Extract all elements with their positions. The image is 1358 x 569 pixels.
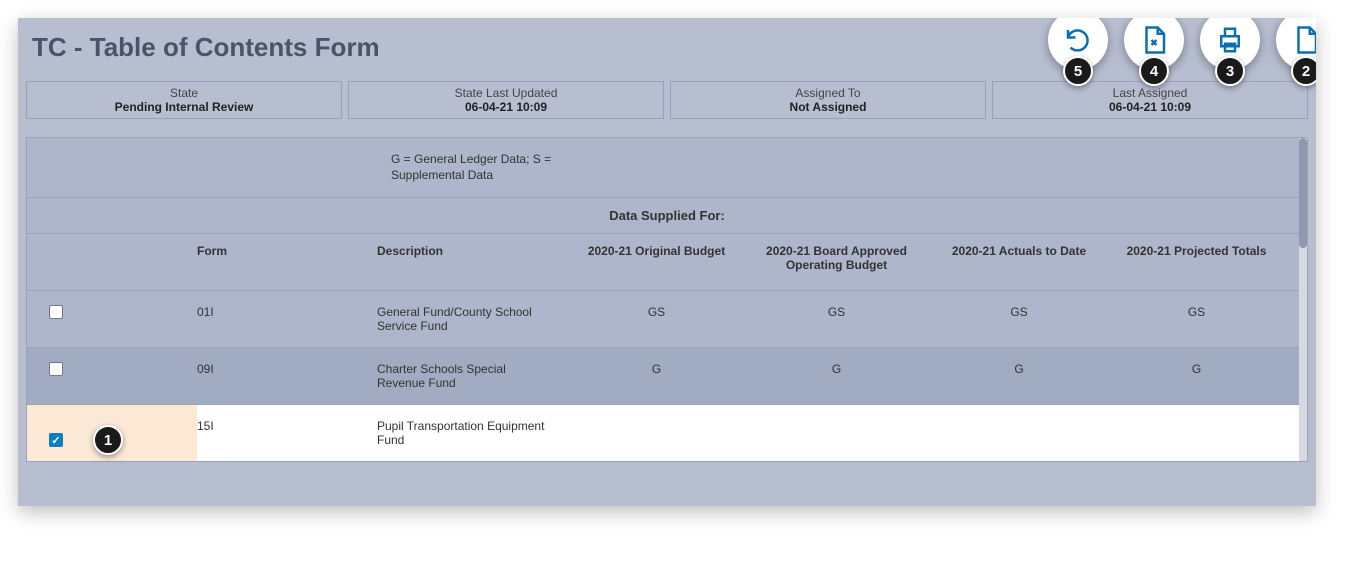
- row-checkbox-cell: [27, 362, 197, 379]
- column-headers: Form Description 2020-21 Original Budget…: [27, 233, 1307, 290]
- row-checkbox-cell: 1: [27, 405, 197, 461]
- toolbar: 5 4 3 2: [1048, 18, 1316, 70]
- callout-badge-4: 4: [1139, 56, 1169, 86]
- print-button[interactable]: 3: [1200, 18, 1260, 70]
- export-excel-button[interactable]: 4: [1124, 18, 1184, 70]
- row-d4-cell: GS: [1109, 305, 1284, 319]
- row-form-cell: 09I: [197, 362, 377, 376]
- status-updated: State Last Updated 06-04-21 10:09: [348, 81, 664, 119]
- status-value: Not Assigned: [677, 100, 979, 114]
- row-desc-cell: General Fund/County School Service Fund: [377, 305, 569, 333]
- data-supplied-header: Data Supplied For:: [27, 197, 1307, 233]
- new-document-button[interactable]: 2: [1276, 18, 1316, 70]
- main-panel: 5 4 3 2 TC - Table of Contents Form Stat…: [18, 18, 1316, 506]
- table-row[interactable]: 01I General Fund/County School Service F…: [27, 290, 1307, 347]
- printer-icon: [1215, 25, 1245, 55]
- row-checkbox-cell: [27, 305, 197, 322]
- file-x-icon: [1139, 25, 1169, 55]
- row-checkbox[interactable]: [49, 305, 63, 319]
- status-label: Last Assigned: [999, 86, 1301, 100]
- col-original-budget-header: 2020-21 Original Budget: [569, 244, 744, 258]
- status-last-assigned: Last Assigned 06-04-21 10:09: [992, 81, 1308, 119]
- col-desc-header: Description: [377, 244, 569, 258]
- status-label: State: [33, 86, 335, 100]
- callout-badge-5: 5: [1063, 56, 1093, 86]
- row-form-cell: 15I: [197, 419, 377, 433]
- row-desc-cell: Charter Schools Special Revenue Fund: [377, 362, 569, 390]
- row-d2-cell: G: [744, 362, 929, 376]
- status-state: State Pending Internal Review: [26, 81, 342, 119]
- status-value: 06-04-21 10:09: [999, 100, 1301, 114]
- row-d4-cell: G: [1109, 362, 1284, 376]
- col-projected-header: 2020-21 Projected Totals: [1109, 244, 1284, 258]
- row-desc-cell: Pupil Transportation Equipment Fund: [377, 419, 569, 447]
- row-d1-cell: G: [569, 362, 744, 376]
- row-checkbox[interactable]: [49, 362, 63, 376]
- status-label: State Last Updated: [355, 86, 657, 100]
- status-assigned-to: Assigned To Not Assigned: [670, 81, 986, 119]
- document-icon: [1291, 25, 1316, 55]
- row-d3-cell: GS: [929, 305, 1109, 319]
- status-value: 06-04-21 10:09: [355, 100, 657, 114]
- content-area: G = General Ledger Data; S = Supplementa…: [26, 137, 1308, 462]
- callout-badge-1: 1: [93, 425, 123, 455]
- status-bar: State Pending Internal Review State Last…: [26, 81, 1308, 119]
- table-row[interactable]: 1 15I Pupil Transportation Equipment Fun…: [27, 404, 1307, 461]
- legend-row: G = General Ledger Data; S = Supplementa…: [27, 138, 1307, 197]
- status-label: Assigned To: [677, 86, 979, 100]
- undo-button[interactable]: 5: [1048, 18, 1108, 70]
- table-row[interactable]: 09I Charter Schools Special Revenue Fund…: [27, 347, 1307, 404]
- scrollbar-thumb[interactable]: [1299, 138, 1307, 248]
- row-d1-cell: GS: [569, 305, 744, 319]
- callout-badge-2: 2: [1291, 56, 1316, 86]
- scrollbar-track[interactable]: [1299, 138, 1307, 461]
- row-checkbox[interactable]: [49, 433, 63, 447]
- row-d2-cell: GS: [744, 305, 929, 319]
- col-board-approved-header: 2020-21 Board Approved Operating Budget: [744, 244, 929, 272]
- status-value: Pending Internal Review: [33, 100, 335, 114]
- row-form-cell: 01I: [197, 305, 377, 319]
- col-form-header: Form: [197, 244, 377, 258]
- row-d3-cell: G: [929, 362, 1109, 376]
- col-actuals-header: 2020-21 Actuals to Date: [929, 244, 1109, 258]
- undo-icon: [1063, 25, 1093, 55]
- callout-badge-3: 3: [1215, 56, 1245, 86]
- legend-text: G = General Ledger Data; S = Supplementa…: [391, 152, 591, 183]
